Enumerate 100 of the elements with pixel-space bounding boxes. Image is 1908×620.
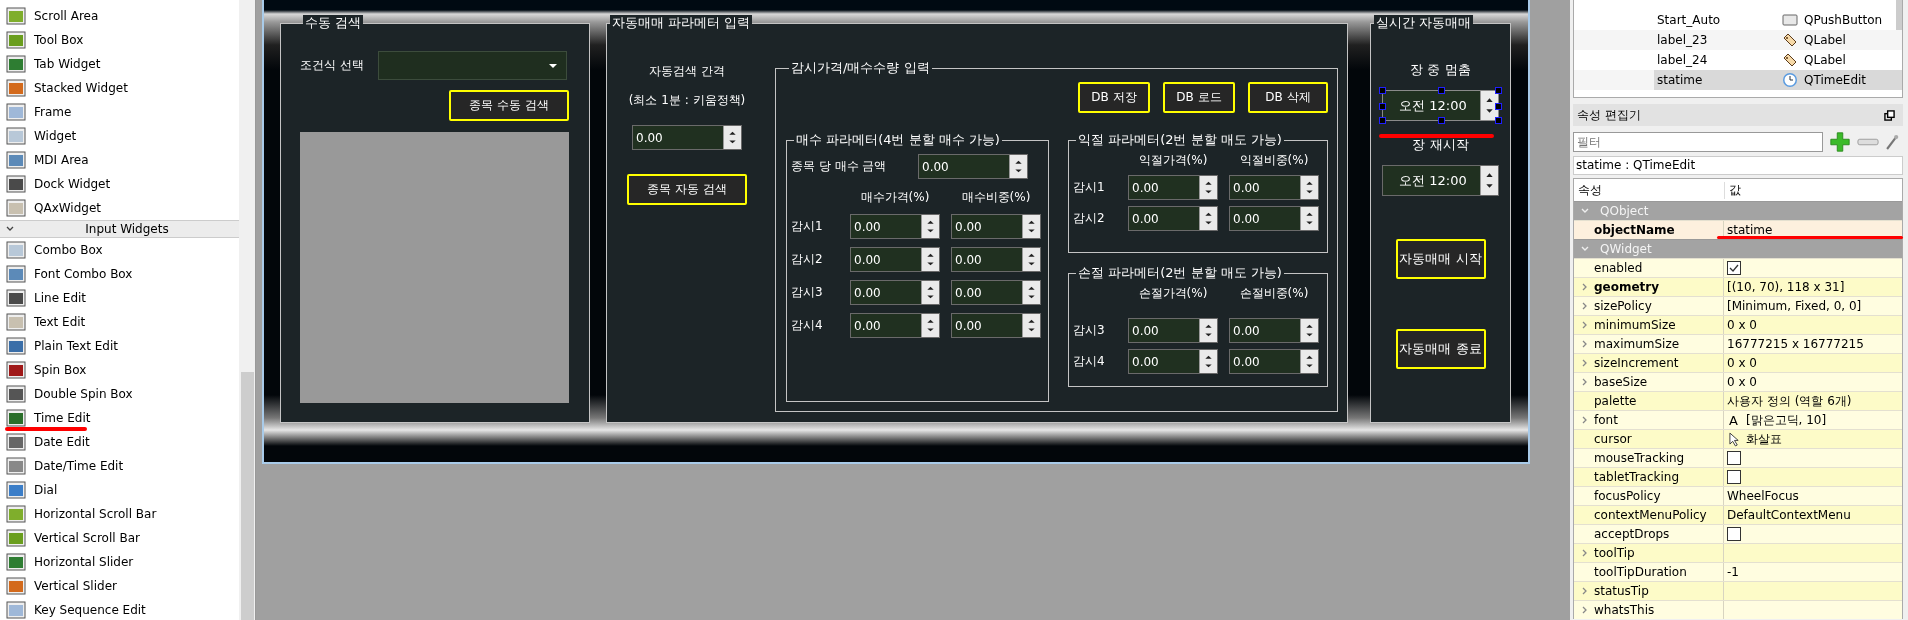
object-name[interactable]: label_23 (1654, 30, 1778, 50)
spin-box[interactable]: 0.00 (951, 280, 1041, 305)
widget-item[interactable]: MDI Area (34, 153, 89, 167)
minus-icon[interactable] (1857, 138, 1879, 146)
selection-handle[interactable] (1438, 117, 1445, 124)
property-row[interactable]: whatsThis (1574, 600, 1902, 619)
scrollbar[interactable] (1896, 0, 1902, 30)
scrollbar[interactable] (239, 0, 255, 620)
property-row[interactable]: minimumSize 0 x 0 (1574, 315, 1902, 334)
widget-item[interactable]: Spin Box (34, 363, 87, 377)
object-name[interactable]: label_24 (1654, 50, 1778, 70)
widget-item[interactable]: Vertical Scroll Bar (34, 531, 140, 545)
property-row[interactable]: acceptDrops (1574, 524, 1902, 543)
checkbox[interactable] (1727, 451, 1741, 465)
property-row[interactable]: sizePolicy [Minimum, Fixed, 0, 0] (1574, 296, 1902, 315)
spin-box[interactable]: 0.00 (1229, 206, 1319, 231)
widget-item[interactable]: Date Edit (34, 435, 90, 449)
property-row[interactable]: contextMenuPolicy DefaultContextMenu (1574, 505, 1902, 524)
filter-field[interactable]: 필터 (1573, 132, 1823, 152)
property-value[interactable]: 0 x 0 (1727, 356, 1757, 370)
widget-item[interactable]: Plain Text Edit (34, 339, 118, 353)
property-value[interactable]: [Minimum, Fixed, 0, 0] (1727, 299, 1862, 313)
property-value[interactable]: DefaultContextMenu (1727, 508, 1851, 522)
widget-item[interactable]: Horizontal Scroll Bar (34, 507, 157, 521)
float-icon[interactable] (1884, 109, 1895, 121)
selection-handle[interactable] (1438, 87, 1445, 94)
spin-box[interactable]: 0.00 (951, 247, 1041, 272)
auto-search-button[interactable]: 종목 자동 검색 (627, 174, 747, 205)
widget-item[interactable]: Key Sequence Edit (34, 603, 146, 617)
category-header[interactable]: Input Widgets (0, 220, 239, 238)
spin-box[interactable]: 0.00 (918, 154, 1028, 179)
property-row[interactable]: enabled (1574, 258, 1902, 277)
property-value[interactable]: statime (1727, 223, 1773, 237)
checkbox[interactable] (1727, 261, 1741, 275)
property-row[interactable]: tabletTracking (1574, 467, 1902, 486)
widget-item[interactable]: Font Combo Box (34, 267, 133, 281)
db-button[interactable]: DB 저장 (1078, 82, 1150, 113)
spin-box[interactable]: 0.00 (1229, 175, 1319, 200)
property-value[interactable]: -1 (1727, 565, 1739, 579)
spin-box[interactable]: 0.00 (951, 313, 1041, 338)
widget-item[interactable]: Dial (34, 483, 58, 497)
property-row[interactable]: maximumSize 16777215 x 16777215 (1574, 334, 1902, 353)
property-row[interactable]: sizeIncrement 0 x 0 (1574, 353, 1902, 372)
property-value[interactable]: [(10, 70), 118 x 31] (1727, 280, 1845, 294)
widget-item[interactable]: Tab Widget (34, 57, 101, 71)
wrench-icon[interactable] (1885, 132, 1899, 152)
spin-box[interactable]: 0.00 (1128, 318, 1218, 343)
object-name[interactable]: Start_Auto (1654, 10, 1778, 30)
spin-box[interactable]: 0.00 (951, 214, 1041, 239)
property-row[interactable]: toolTip (1574, 543, 1902, 562)
trading-button[interactable]: 자동매매 시작 (1395, 239, 1486, 279)
widget-item[interactable]: QAxWidget (34, 201, 101, 215)
time-edit[interactable]: 오전 12:00 (1382, 90, 1499, 121)
property-row[interactable]: mouseTracking (1574, 448, 1902, 467)
property-row[interactable]: font A [맑은고딕, 10] (1574, 410, 1902, 429)
widget-item[interactable]: Double Spin Box (34, 387, 133, 401)
property-value[interactable]: 사용자 정의 (역할 6개) (1727, 392, 1852, 410)
spin-box[interactable]: 0.00 (632, 125, 742, 150)
widget-item[interactable]: Date/Time Edit (34, 459, 124, 473)
spin-box[interactable]: 0.00 (1128, 349, 1218, 374)
widget-item[interactable]: Widget (34, 129, 77, 143)
widget-item[interactable]: Time Edit (34, 411, 91, 425)
spin-box[interactable]: 0.00 (850, 247, 940, 272)
property-value[interactable]: 16777215 x 16777215 (1727, 337, 1864, 351)
checkbox[interactable] (1727, 470, 1741, 484)
spin-box[interactable]: 0.00 (1128, 175, 1218, 200)
plus-icon[interactable] (1829, 131, 1851, 153)
spin-box[interactable]: 0.00 (1229, 349, 1319, 374)
property-row[interactable]: baseSize 0 x 0 (1574, 372, 1902, 391)
widget-item[interactable]: Tool Box (34, 33, 84, 47)
property-value[interactable]: WheelFocus (1727, 489, 1799, 503)
trading-button[interactable]: 자동매매 종료 (1395, 329, 1486, 369)
selection-handle[interactable] (1495, 87, 1502, 94)
widget-item[interactable]: Text Edit (34, 315, 86, 329)
spin-box[interactable]: 0.00 (850, 280, 940, 305)
property-row[interactable]: geometry [(10, 70), 118 x 31] (1574, 277, 1902, 296)
spin-box[interactable]: 0.00 (1128, 206, 1218, 231)
property-row[interactable]: cursor 화살표 (1574, 429, 1902, 448)
object-name[interactable]: statime (1654, 70, 1778, 90)
property-row[interactable]: toolTipDuration -1 (1574, 562, 1902, 581)
property-value[interactable]: 0 x 0 (1727, 375, 1757, 389)
widget-item[interactable]: Dock Widget (34, 177, 111, 191)
widget-item[interactable]: Combo Box (34, 243, 103, 257)
widget-item[interactable]: Frame (34, 105, 72, 119)
checkbox[interactable] (1727, 527, 1741, 541)
widget-item[interactable]: Vertical Slider (34, 579, 117, 593)
widget-item[interactable]: Stacked Widget (34, 81, 128, 95)
property-row[interactable]: palette 사용자 정의 (역할 6개) (1574, 391, 1902, 410)
property-row[interactable]: focusPolicy WheelFocus (1574, 486, 1902, 505)
widget-item[interactable]: Horizontal Slider (34, 555, 134, 569)
property-value[interactable]: [맑은고딕, 10] (1745, 411, 1827, 429)
selection-handle[interactable] (1379, 87, 1386, 94)
db-button[interactable]: DB 삭제 (1248, 82, 1328, 113)
property-value[interactable]: 0 x 0 (1727, 318, 1757, 332)
property-row[interactable]: statusTip (1574, 581, 1902, 600)
widget-item[interactable]: Line Edit (34, 291, 87, 305)
spin-box[interactable]: 0.00 (1229, 318, 1319, 343)
db-button[interactable]: DB 로드 (1163, 82, 1235, 113)
time-edit[interactable]: 오전 12:00 (1382, 165, 1499, 196)
manual-search-button[interactable]: 종목 수동 검색 (449, 90, 569, 121)
